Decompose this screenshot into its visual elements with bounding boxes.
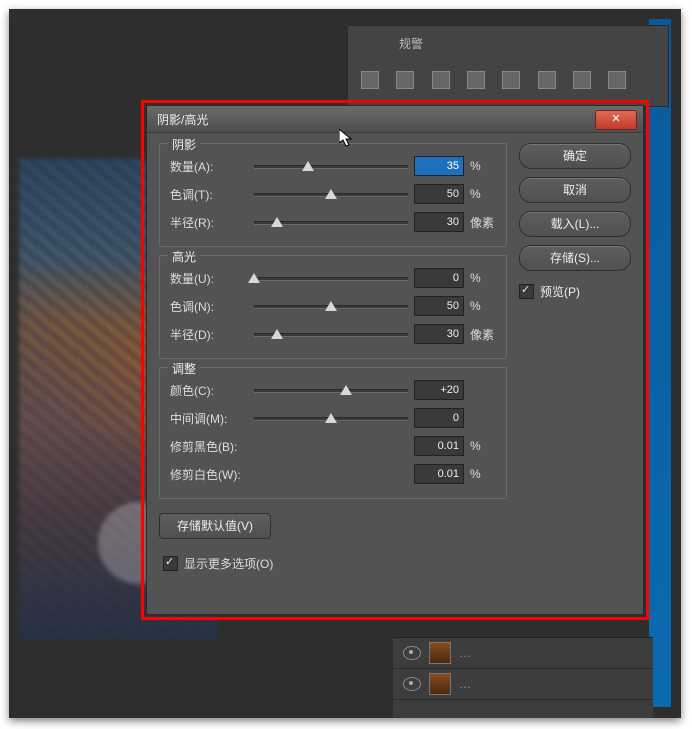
slider-hl-amount[interactable] — [254, 269, 408, 287]
input-shadow-tone[interactable]: 50 — [414, 184, 464, 204]
panel-icon[interactable] — [467, 71, 485, 89]
group-adjust: 调整 颜色(C): +20 中间调(M): — [159, 367, 507, 499]
row-hl-amount: 数量(U): 0 % — [170, 264, 496, 292]
layer-thumb — [429, 673, 451, 695]
slider-shadow-radius[interactable] — [254, 213, 408, 231]
layer-name: … — [459, 677, 471, 691]
panel-icon[interactable] — [361, 71, 379, 89]
save-button[interactable]: 存储(S)... — [519, 245, 631, 271]
titlebar[interactable]: 阴影/高光 ✕ — [147, 106, 643, 133]
checkbox-preview[interactable] — [519, 284, 534, 299]
close-icon: ✕ — [611, 113, 620, 125]
label: 颜色(C): — [170, 382, 248, 399]
row-clip-black: 修剪黑色(B): 0.01 % — [170, 432, 496, 460]
label: 色调(T): — [170, 186, 248, 203]
input-midtone[interactable]: 0 — [414, 408, 464, 428]
row-shadow-radius: 半径(R): 30 像素 — [170, 208, 496, 236]
slider-color[interactable] — [254, 381, 408, 399]
unit: % — [470, 187, 496, 201]
layers-panel: … … — [393, 637, 653, 718]
input-hl-amount[interactable]: 0 — [414, 268, 464, 288]
layer-row[interactable]: … — [393, 638, 653, 669]
unit: % — [470, 299, 496, 313]
group-highlights: 高光 数量(U): 0 % 色调(N): — [159, 255, 507, 359]
show-more-row[interactable]: 显示更多选项(O) — [163, 555, 507, 572]
input-color[interactable]: +20 — [414, 380, 464, 400]
dialog-title: 阴影/高光 — [157, 111, 208, 128]
panel-title: 规警 — [399, 35, 423, 52]
label: 修剪黑色(B): — [170, 438, 408, 455]
panel-icon[interactable] — [573, 71, 591, 89]
load-button[interactable]: 载入(L)... — [519, 211, 631, 237]
row-hl-tone: 色调(N): 50 % — [170, 292, 496, 320]
group-shadows: 阴影 数量(A): 35 % 色调(T): — [159, 143, 507, 247]
label: 中间调(M): — [170, 410, 248, 427]
panel-icon[interactable] — [538, 71, 556, 89]
ok-button[interactable]: 确定 — [519, 143, 631, 169]
checkbox-show-more[interactable] — [163, 556, 178, 571]
input-clip-black[interactable]: 0.01 — [414, 436, 464, 456]
preview-label: 预览(P) — [540, 283, 580, 300]
row-hl-radius: 半径(D): 30 像素 — [170, 320, 496, 348]
row-midtone: 中间调(M): 0 — [170, 404, 496, 432]
visibility-icon[interactable] — [403, 677, 421, 691]
label: 修剪白色(W): — [170, 466, 408, 483]
input-hl-tone[interactable]: 50 — [414, 296, 464, 316]
outer-frame: 规警 … … 阴影/高光 ✕ — [9, 9, 681, 718]
panel-icon[interactable] — [432, 71, 450, 89]
visibility-icon[interactable] — [403, 646, 421, 660]
right-panel — [347, 25, 669, 107]
input-shadow-amount[interactable]: 35 — [414, 156, 464, 176]
cancel-button[interactable]: 取消 — [519, 177, 631, 203]
group-title: 调整 — [168, 360, 200, 377]
slider-hl-radius[interactable] — [254, 325, 408, 343]
input-shadow-radius[interactable]: 30 — [414, 212, 464, 232]
unit: % — [470, 159, 496, 173]
unit: % — [470, 439, 496, 453]
panel-icon-row — [361, 71, 661, 91]
label: 半径(D): — [170, 326, 248, 343]
shadows-highlights-dialog: 阴影/高光 ✕ 阴影 数量(A): — [146, 105, 644, 615]
label: 数量(U): — [170, 270, 248, 287]
label: 数量(A): — [170, 158, 248, 175]
row-shadow-tone: 色调(T): 50 % — [170, 180, 496, 208]
unit: % — [470, 271, 496, 285]
panel-icon[interactable] — [502, 71, 520, 89]
group-title: 阴影 — [168, 136, 200, 153]
group-title: 高光 — [168, 248, 200, 265]
label: 色调(N): — [170, 298, 248, 315]
slider-midtone[interactable] — [254, 409, 408, 427]
unit: 像素 — [470, 214, 496, 231]
slider-hl-tone[interactable] — [254, 297, 408, 315]
layer-name: … — [459, 646, 471, 660]
unit: % — [470, 467, 496, 481]
row-shadow-amount: 数量(A): 35 % — [170, 152, 496, 180]
right-ruler — [649, 19, 671, 707]
row-color: 颜色(C): +20 — [170, 376, 496, 404]
layer-row[interactable]: … — [393, 669, 653, 700]
slider-shadow-amount[interactable] — [254, 157, 408, 175]
panel-icon[interactable] — [396, 71, 414, 89]
slider-shadow-tone[interactable] — [254, 185, 408, 203]
show-more-label: 显示更多选项(O) — [184, 555, 273, 572]
input-hl-radius[interactable]: 30 — [414, 324, 464, 344]
panel-icon[interactable] — [608, 71, 626, 89]
layer-thumb — [429, 642, 451, 664]
save-defaults-button[interactable]: 存储默认值(V) — [159, 513, 271, 539]
highlight-border: 阴影/高光 ✕ 阴影 数量(A): — [141, 100, 649, 620]
row-clip-white: 修剪白色(W): 0.01 % — [170, 460, 496, 488]
input-clip-white[interactable]: 0.01 — [414, 464, 464, 484]
preview-row[interactable]: 预览(P) — [519, 283, 631, 300]
close-button[interactable]: ✕ — [595, 110, 637, 130]
unit: 像素 — [470, 326, 496, 343]
label: 半径(R): — [170, 214, 248, 231]
